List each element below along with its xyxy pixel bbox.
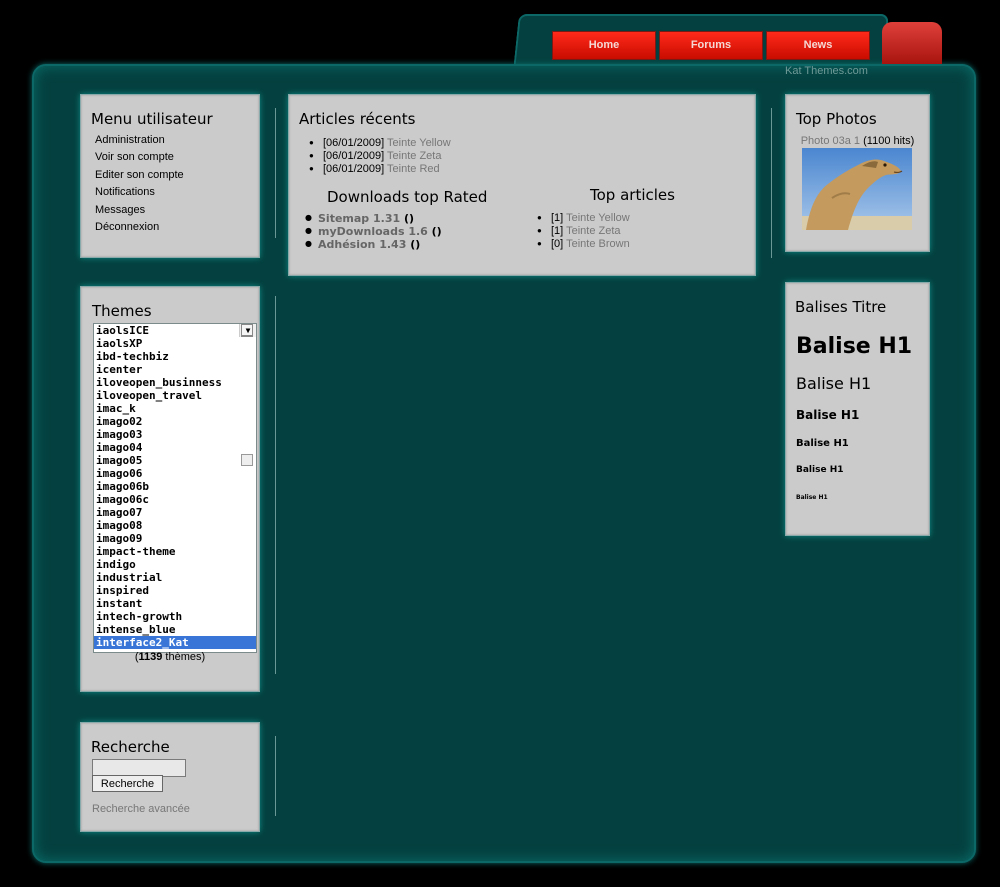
user-menu-box: Menu utilisateur Administration Voir son… bbox=[80, 94, 260, 258]
theme-option[interactable]: interface2_Kat bbox=[94, 636, 256, 649]
camel-photo[interactable] bbox=[802, 148, 912, 230]
download-item[interactable]: myDownloads 1.6 () bbox=[305, 225, 442, 238]
recent-item: [06/01/2009] Teinte Red bbox=[309, 163, 440, 175]
menu-view-account-link[interactable]: Voir son compte bbox=[95, 151, 174, 163]
downloads-title: Downloads top Rated bbox=[327, 188, 488, 206]
theme-option[interactable]: imago09 bbox=[94, 532, 256, 545]
themes-scrollbar[interactable]: ▲ ▼ bbox=[239, 324, 256, 466]
heading-h6-sample: Balise H1 bbox=[796, 494, 828, 501]
top-article-item: [0] Teinte Brown bbox=[537, 238, 630, 250]
search-button[interactable]: Recherche bbox=[92, 775, 163, 792]
themes-count: (1139 thèmes) bbox=[134, 651, 206, 663]
separator bbox=[275, 108, 276, 238]
top-red-tab bbox=[882, 22, 942, 64]
search-title: Recherche bbox=[91, 738, 170, 756]
theme-option[interactable]: imago02 bbox=[94, 415, 256, 428]
nav-home-button[interactable]: Home bbox=[552, 31, 656, 60]
photo-caption: Photo 03a 1 (1100 hits) bbox=[800, 135, 915, 147]
themes-title: Themes bbox=[92, 302, 152, 320]
top-articles-title: Top articles bbox=[590, 186, 675, 204]
nav-forums-button[interactable]: Forums bbox=[659, 31, 763, 60]
theme-option[interactable]: iaolsXP bbox=[94, 337, 256, 350]
recent-item-link[interactable]: Teinte Yellow bbox=[387, 137, 451, 149]
theme-option[interactable]: imago06c bbox=[94, 493, 256, 506]
recent-item-link[interactable]: Teinte Red bbox=[387, 163, 440, 175]
center-box: Articles récents [06/01/2009] Teinte Yel… bbox=[288, 94, 756, 276]
themes-listbox[interactable]: iaolsICE iaolsXP ibd-techbiz icenter iloveop… bbox=[93, 323, 257, 653]
theme-option[interactable]: icenter bbox=[94, 363, 256, 376]
recent-item: [06/01/2009] Teinte Zeta bbox=[309, 150, 442, 162]
heading-h1-sample: Balise H1 bbox=[796, 334, 913, 359]
themes-box: Themes iaolsICE iaolsXP ibd-techbiz icenter… bbox=[80, 286, 260, 692]
top-photos-title: Top Photos bbox=[796, 110, 877, 128]
theme-option[interactable]: ibd-techbiz bbox=[94, 350, 256, 363]
theme-option[interactable]: iaolsICE bbox=[94, 324, 256, 337]
scroll-down-icon[interactable]: ▼ bbox=[241, 324, 253, 336]
nav-news-button[interactable]: News bbox=[766, 31, 870, 60]
advanced-search-link[interactable]: Recherche avancée bbox=[92, 803, 190, 815]
theme-option[interactable]: inspired bbox=[94, 584, 256, 597]
heading-h2-sample: Balise H1 bbox=[796, 374, 872, 393]
theme-option[interactable]: imago08 bbox=[94, 519, 256, 532]
scroll-thumb[interactable] bbox=[241, 454, 253, 466]
top-article-item: [1] Teinte Zeta bbox=[537, 225, 620, 237]
recent-item-link[interactable]: Teinte Zeta bbox=[387, 150, 441, 162]
headings-title: Balises Titre bbox=[795, 298, 887, 316]
theme-option[interactable]: imago03 bbox=[94, 428, 256, 441]
theme-option[interactable]: iloveopen_travel bbox=[94, 389, 256, 402]
menu-administration-link[interactable]: Administration bbox=[95, 134, 165, 146]
theme-option[interactable]: imago06b bbox=[94, 480, 256, 493]
download-item[interactable]: Adhésion 1.43 () bbox=[305, 238, 420, 251]
heading-h3-sample: Balise H1 bbox=[796, 408, 860, 422]
download-item[interactable]: Sitemap 1.31 () bbox=[305, 212, 414, 225]
separator bbox=[275, 296, 276, 674]
heading-h5-sample: Balise H1 bbox=[796, 465, 844, 475]
top-article-link[interactable]: Teinte Zeta bbox=[566, 225, 620, 237]
menu-messages-link[interactable]: Messages bbox=[95, 204, 145, 216]
headings-box: Balises Titre Balise H1 Balise H1 Balise… bbox=[785, 282, 930, 536]
theme-option[interactable]: impact-theme bbox=[94, 545, 256, 558]
theme-option[interactable]: indigo bbox=[94, 558, 256, 571]
photo-link[interactable]: Photo 03a 1 bbox=[801, 135, 860, 147]
menu-logout-link[interactable]: Déconnexion bbox=[95, 221, 159, 233]
user-menu-title: Menu utilisateur bbox=[91, 110, 213, 128]
recent-item: [06/01/2009] Teinte Yellow bbox=[309, 137, 451, 149]
search-box: Recherche Recherche Recherche avancée bbox=[80, 722, 260, 832]
menu-notifications-link[interactable]: Notifications bbox=[95, 186, 155, 198]
theme-option[interactable]: imago06 bbox=[94, 467, 256, 480]
heading-h4-sample: Balise H1 bbox=[796, 438, 849, 449]
top-article-item: [1] Teinte Yellow bbox=[537, 212, 630, 224]
theme-option[interactable]: intense_blue bbox=[94, 623, 256, 636]
top-article-link[interactable]: Teinte Brown bbox=[566, 238, 630, 250]
theme-option[interactable]: imac_k bbox=[94, 402, 256, 415]
theme-option[interactable]: instant bbox=[94, 597, 256, 610]
theme-option[interactable]: imago04 bbox=[94, 441, 256, 454]
theme-option[interactable]: imago07 bbox=[94, 506, 256, 519]
theme-option[interactable]: industrial bbox=[94, 571, 256, 584]
separator bbox=[275, 736, 276, 816]
theme-option[interactable]: iloveopen_businness bbox=[94, 376, 256, 389]
brand-label: Kat Themes.com bbox=[785, 65, 868, 77]
top-photos-box: Top Photos Photo 03a 1 (1100 hits) bbox=[785, 94, 930, 252]
theme-option[interactable]: intech-growth bbox=[94, 610, 256, 623]
recent-articles-title: Articles récents bbox=[299, 110, 416, 128]
menu-edit-account-link[interactable]: Editer son compte bbox=[95, 169, 184, 181]
top-article-link[interactable]: Teinte Yellow bbox=[566, 212, 630, 224]
separator bbox=[771, 108, 772, 258]
theme-option[interactable]: imago05 bbox=[94, 454, 256, 467]
